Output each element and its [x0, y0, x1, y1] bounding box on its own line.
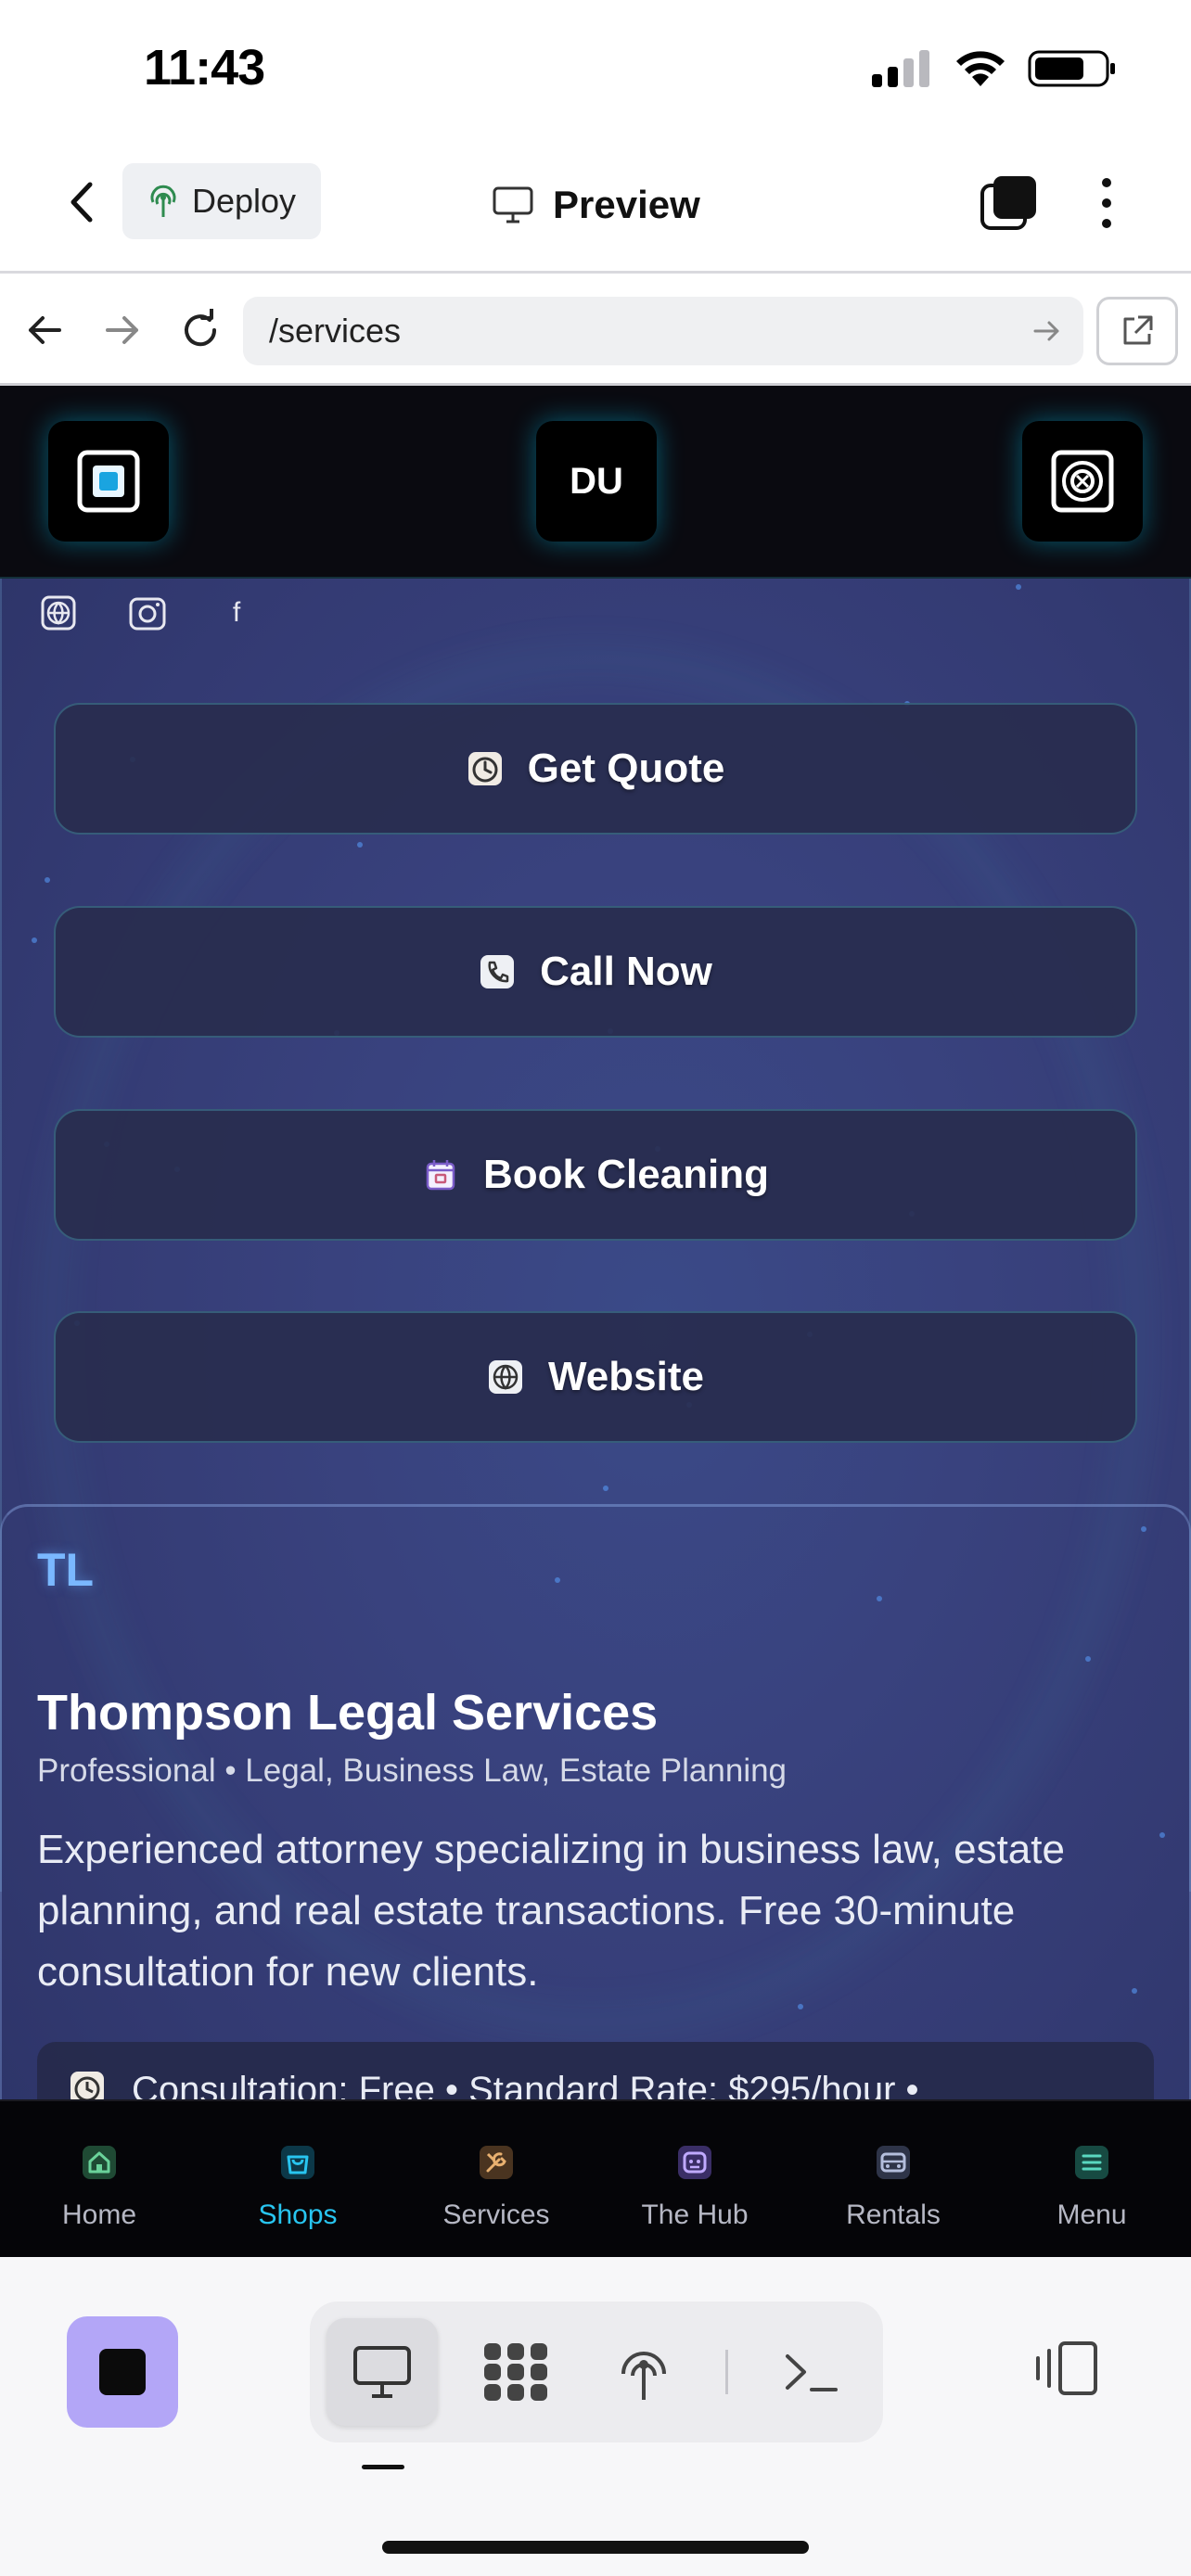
tabs-icon[interactable] [979, 172, 1040, 234]
nav-services-label: Services [442, 2200, 550, 2230]
chevron-left-icon [70, 182, 93, 223]
tool-bar [0, 2257, 1191, 2576]
stop-icon [99, 2349, 146, 2395]
tools-icon [476, 2142, 517, 2183]
nav-home[interactable]: Home [0, 2101, 198, 2257]
calendar-icon [422, 1156, 459, 1193]
square-target-icon [77, 450, 140, 513]
listing-meta: Professional • Legal, Business Law, Esta… [37, 1753, 788, 1789]
website-button[interactable]: Website [54, 1311, 1137, 1443]
back-button[interactable] [56, 176, 108, 228]
preview-label: Preview [553, 183, 700, 226]
device-layout-icon [1036, 2341, 1097, 2395]
site-bottom-nav: Home Shops Services The Hub Rentals Menu [0, 2099, 1191, 2257]
nav-home-label: Home [61, 2200, 137, 2230]
arrow-left-icon [29, 316, 61, 344]
web-content: DU f Get Quote Call Now Book Cleaning We… [0, 386, 1191, 2099]
clock-icon [467, 750, 504, 787]
deploy-icon [621, 2352, 666, 2400]
listing-card [0, 1504, 1191, 2099]
site-logo-button[interactable] [48, 421, 169, 542]
deploy-label: Deploy [191, 182, 297, 220]
external-link-icon [1123, 315, 1153, 345]
instagram-link[interactable] [126, 592, 169, 634]
instagram-icon [129, 597, 166, 631]
website-link[interactable] [37, 592, 80, 634]
social-links: f [37, 592, 258, 634]
deploy-view-button[interactable] [588, 2318, 699, 2426]
globe-icon [41, 595, 76, 631]
nav-the-hub[interactable]: The Hub [596, 2101, 794, 2257]
site-header: DU [0, 386, 1191, 579]
listing-pricing: Consultation: Free • Standard Rate: $295… [37, 2042, 1154, 2099]
terminal-view-button[interactable] [755, 2318, 866, 2426]
website-label: Website [548, 1354, 704, 1399]
status-bar: 11:43 [0, 0, 1191, 139]
monitor-icon [493, 186, 533, 223]
url-text: /services [269, 312, 402, 350]
browser-bar: /services [0, 276, 1191, 386]
cellular-signal-icon [872, 50, 929, 87]
clock-icon [70, 2072, 104, 2099]
listing-description: Experienced attorney specializing in bus… [37, 1827, 1065, 1995]
reload-icon [185, 309, 217, 347]
monitor-icon [353, 2346, 411, 2398]
globe-icon [487, 1358, 524, 1396]
status-time: 11:43 [144, 40, 265, 96]
reload-button[interactable] [174, 304, 226, 356]
nav-the-hub-label: The Hub [641, 2200, 749, 2230]
nav-menu-label: Menu [1057, 2200, 1127, 2230]
get-quote-label: Get Quote [527, 746, 725, 791]
car-icon [873, 2142, 914, 2183]
nav-menu[interactable]: Menu [992, 2101, 1191, 2257]
call-now-button[interactable]: Call Now [54, 906, 1137, 1038]
browser-back-button[interactable] [19, 304, 70, 356]
preview-title: Preview [492, 172, 700, 237]
deploy-button[interactable]: Deploy [122, 163, 321, 239]
phone-icon [479, 953, 516, 990]
facebook-link[interactable]: f [215, 592, 258, 634]
listing-initials: TL [37, 1544, 95, 1596]
nav-shops-label: Shops [258, 2200, 338, 2230]
go-arrow-icon[interactable] [1031, 315, 1063, 347]
blocks-icon [484, 2343, 547, 2401]
user-avatar-button[interactable]: DU [536, 421, 657, 542]
home-indicator [382, 2541, 809, 2554]
workspace-view-button[interactable] [460, 2318, 571, 2426]
stop-button[interactable] [67, 2316, 178, 2428]
nav-shops[interactable]: Shops [198, 2101, 397, 2257]
nav-services[interactable]: Services [397, 2101, 596, 2257]
book-cleaning-button[interactable]: Book Cleaning [54, 1109, 1137, 1241]
deploy-icon [150, 185, 176, 217]
wifi-icon [956, 51, 1005, 86]
terminal-icon [786, 2354, 838, 2391]
app-bar: Deploy Preview [0, 139, 1191, 274]
radar-button[interactable] [1022, 421, 1143, 542]
preview-view-button[interactable] [327, 2318, 438, 2426]
view-switcher [310, 2302, 883, 2442]
more-options-icon[interactable] [1085, 172, 1128, 234]
listing-name[interactable]: Thompson Legal Services [37, 1684, 658, 1741]
browser-forward-button[interactable] [96, 304, 148, 356]
pricing-text: Consultation: Free • Standard Rate: $295… [132, 2070, 919, 2099]
nav-rentals-label: Rentals [846, 2200, 941, 2230]
battery-icon [1028, 50, 1115, 87]
device-layout-button[interactable] [1030, 2331, 1104, 2405]
arrow-right-icon [106, 316, 138, 344]
url-field[interactable]: /services [243, 297, 1083, 365]
status-icons [872, 48, 1117, 89]
call-now-label: Call Now [540, 949, 712, 994]
menu-icon [1071, 2142, 1112, 2183]
book-cleaning-label: Book Cleaning [482, 1152, 770, 1197]
shopping-bag-icon [277, 2142, 318, 2183]
open-external-button[interactable] [1096, 297, 1178, 365]
radar-icon [1051, 450, 1114, 513]
home-icon [79, 2142, 120, 2183]
get-quote-button[interactable]: Get Quote [54, 703, 1137, 835]
nav-rentals[interactable]: Rentals [794, 2101, 992, 2257]
hub-icon [674, 2142, 715, 2183]
